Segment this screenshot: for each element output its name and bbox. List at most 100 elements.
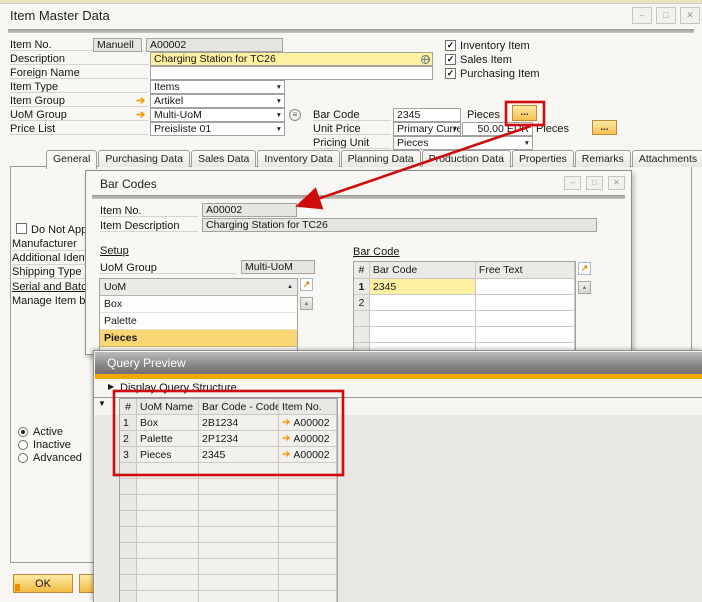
maximize-button[interactable]: □ xyxy=(656,7,676,24)
value-help-icon[interactable]: ≡ xyxy=(289,109,301,121)
item-no-field[interactable]: A00002 xyxy=(146,38,283,52)
radio-inactive[interactable] xyxy=(18,440,28,450)
bar-code-cell[interactable] xyxy=(370,295,476,311)
foreign-name-field[interactable] xyxy=(150,66,433,80)
link-arrow-icon[interactable]: ➔ xyxy=(136,96,145,107)
bar-code-cell[interactable]: 2P1234 xyxy=(199,431,279,447)
table-cell-empty xyxy=(354,311,370,327)
item-no-cell[interactable]: ➔A00002 xyxy=(279,447,337,463)
collapsed-arrow-icon[interactable]: ▶ xyxy=(108,383,114,391)
item-no-cell[interactable]: ➔A00002 xyxy=(279,415,337,431)
dialog-maximize-button[interactable]: □ xyxy=(586,176,603,190)
uom-list-scroll-up[interactable]: ▲ xyxy=(300,297,313,310)
check-icon: ✓ xyxy=(447,69,455,78)
free-text-cell[interactable] xyxy=(476,279,575,295)
dialog-item-description-field[interactable]: Charging Station for TC26 xyxy=(202,218,597,232)
column-header[interactable]: Bar Code xyxy=(370,262,476,279)
table-row-empty xyxy=(120,511,337,527)
table-cell-empty xyxy=(137,543,199,559)
column-header[interactable]: Free Text xyxy=(476,262,575,279)
uom-list-header[interactable]: UoM▲ xyxy=(100,279,297,296)
title-divider xyxy=(8,29,694,33)
display-query-structure-toggle[interactable]: Display Query Structure xyxy=(120,382,237,395)
tab-inventory-data[interactable]: Inventory Data xyxy=(257,150,339,167)
radio-active[interactable] xyxy=(18,427,28,437)
table-row-empty xyxy=(354,327,575,343)
close-button[interactable]: ✕ xyxy=(680,7,700,24)
bar-code-table-header: # Bar Code Free Text xyxy=(354,262,575,279)
bar-code-field[interactable]: 2345 xyxy=(393,108,461,122)
uom-group-select[interactable]: Multi-UoM▼ xyxy=(150,108,285,122)
link-arrow-icon[interactable]: ➔ xyxy=(282,434,290,444)
table-cell-empty xyxy=(199,463,279,479)
inventory-item-checkbox[interactable]: ✓ xyxy=(445,40,456,51)
item-no-cell[interactable]: ➔A00002 xyxy=(279,431,337,447)
do-not-apply-checkbox[interactable] xyxy=(16,223,27,234)
table-cell-empty xyxy=(476,311,575,327)
bar-code-cell[interactable]: 2345 xyxy=(370,279,476,295)
uom-list-item-palette[interactable]: Palette xyxy=(100,313,297,330)
column-header[interactable]: UoM Name xyxy=(137,399,199,415)
column-header[interactable]: # xyxy=(354,262,370,279)
expanded-arrow-icon[interactable]: ▼ xyxy=(98,400,106,408)
tab-sales-data[interactable]: Sales Data xyxy=(191,150,256,167)
column-header[interactable]: Item No. xyxy=(279,399,337,415)
bar-code-table-link-icon[interactable]: ↗ xyxy=(578,262,591,275)
uom-list-link-icon[interactable]: ↗ xyxy=(300,278,313,291)
tab-general[interactable]: General xyxy=(46,150,97,169)
description-field[interactable]: Charging Station for TC26 xyxy=(150,52,433,66)
field-line xyxy=(10,92,148,93)
uom-list-item-pieces-selected[interactable]: Pieces xyxy=(100,330,297,347)
uom-name-cell[interactable]: Box xyxy=(137,415,199,431)
field-line xyxy=(12,278,85,279)
ok-button[interactable]: OK xyxy=(13,574,73,593)
unit-price-more-button[interactable]: ... xyxy=(592,120,617,135)
dialog-minimize-button[interactable]: – xyxy=(564,176,581,190)
ok-button-label: OK xyxy=(35,578,51,590)
bar-code-cell[interactable]: 2B1234 xyxy=(199,415,279,431)
column-header[interactable]: Bar Code - Code xyxy=(199,399,279,415)
chevron-down-icon: ▼ xyxy=(276,99,282,106)
dialog-title: Bar Codes xyxy=(100,177,157,191)
tab-remarks[interactable]: Remarks xyxy=(575,150,631,167)
table-row-empty xyxy=(120,495,337,511)
item-group-select[interactable]: Artikel▼ xyxy=(150,94,285,108)
bar-code-more-button[interactable]: ... xyxy=(512,105,537,121)
uom-list-item-box[interactable]: Box xyxy=(100,296,297,313)
currency-mode-select[interactable]: Primary Curre▼ xyxy=(393,122,461,136)
table-cell-empty xyxy=(199,591,279,602)
dialog-uom-group-field[interactable]: Multi-UoM xyxy=(241,260,315,274)
table-row-empty xyxy=(120,463,337,479)
tab-attachments[interactable]: Attachments xyxy=(632,150,702,167)
item-no-mode-field[interactable]: Manuell xyxy=(93,38,142,52)
table-cell-empty xyxy=(279,575,337,591)
tab-production-data[interactable]: Production Data xyxy=(422,150,511,167)
link-arrow-icon[interactable]: ➔ xyxy=(282,450,290,460)
dialog-close-button[interactable]: ✕ xyxy=(608,176,625,190)
column-header[interactable]: # xyxy=(120,399,137,415)
uom-name-cell[interactable]: Pieces xyxy=(137,447,199,463)
tab-properties[interactable]: Properties xyxy=(512,150,574,167)
price-list-select[interactable]: Preisliste 01▼ xyxy=(150,122,285,136)
item-type-select[interactable]: Items▼ xyxy=(150,80,285,94)
bar-code-cell[interactable]: 2345 xyxy=(199,447,279,463)
globe-icon[interactable] xyxy=(421,55,430,64)
dialog-item-no-field[interactable]: A00002 xyxy=(202,203,297,217)
unit-price-field[interactable]: 50,00EUR xyxy=(462,122,533,136)
uom-name-cell[interactable]: Palette xyxy=(137,431,199,447)
tab-planning-data[interactable]: Planning Data xyxy=(341,150,421,167)
table-row-empty xyxy=(120,559,337,575)
bar-code-table-scroll-up[interactable]: ▲ xyxy=(578,281,591,294)
serial-and-batch-link[interactable]: Serial and Batch xyxy=(12,281,85,294)
table-cell-empty xyxy=(279,527,337,543)
tab-purchasing-data[interactable]: Purchasing Data xyxy=(98,150,190,167)
pricing-unit-select[interactable]: Pieces▼ xyxy=(393,136,533,150)
minimize-button[interactable]: – xyxy=(632,7,652,24)
free-text-cell[interactable] xyxy=(476,295,575,311)
sales-item-checkbox[interactable]: ✓ xyxy=(445,54,456,65)
radio-advanced[interactable] xyxy=(18,453,28,463)
link-arrow-icon[interactable]: ➔ xyxy=(282,418,290,428)
uom-list: UoM▲ Box Palette Pieces xyxy=(99,278,298,354)
link-arrow-icon[interactable]: ➔ xyxy=(136,110,145,121)
purchasing-item-checkbox[interactable]: ✓ xyxy=(445,68,456,79)
